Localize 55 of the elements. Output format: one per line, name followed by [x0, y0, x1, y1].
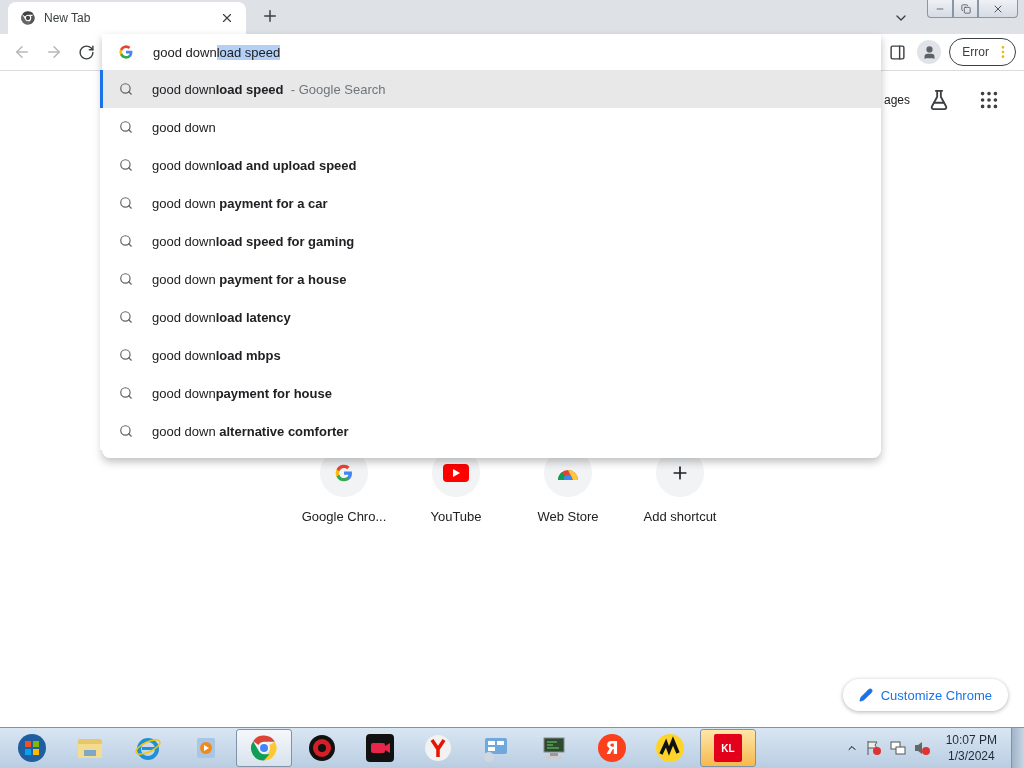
google-icon: [334, 463, 354, 483]
suggestion-item[interactable]: good download mbps: [100, 336, 881, 374]
close-window-button[interactable]: [978, 0, 1018, 18]
reload-icon: [77, 43, 95, 61]
suggestion-item[interactable]: good downpayment for house: [100, 374, 881, 412]
profile-error-button[interactable]: Error: [949, 38, 1016, 66]
browser-tab[interactable]: New Tab: [8, 2, 246, 34]
images-link[interactable]: ages: [883, 93, 910, 107]
plus-icon: [261, 7, 279, 25]
person-icon: [921, 44, 937, 60]
pencil-icon: [858, 688, 873, 702]
restore-icon: [960, 3, 971, 14]
google-icon: [118, 44, 134, 60]
suggestion-item[interactable]: good down payment for a house: [100, 260, 881, 298]
search-icon: [119, 272, 133, 286]
taskbar-button[interactable]: Я: [584, 729, 640, 767]
profile-avatar[interactable]: [917, 40, 942, 64]
play-icon: [443, 464, 469, 482]
kl-logo-icon: KL: [713, 733, 743, 763]
clock[interactable]: 10:07 PM 1/3/2024: [945, 732, 997, 764]
y-logo-icon: [423, 733, 453, 763]
search-icon: [119, 234, 133, 248]
flag-warning-icon: [865, 740, 882, 756]
address-field[interactable]: good download speed: [153, 41, 881, 63]
search-icon: [119, 82, 133, 96]
chrome-icon: [249, 733, 279, 763]
restore-button[interactable]: [953, 0, 978, 18]
close-icon: [220, 11, 234, 25]
taskbar-button[interactable]: KL: [700, 729, 756, 767]
suggestion-item[interactable]: good download speed for gaming: [100, 222, 881, 260]
suggestion-item[interactable]: good download latency: [100, 298, 881, 336]
forward-arrow-icon: [45, 43, 63, 61]
chrome-icon: [20, 10, 36, 26]
yandex-logo-icon: Я: [597, 733, 627, 763]
market-logo-icon: [655, 733, 685, 763]
search-icon: [119, 196, 133, 210]
volume-muted-icon: [913, 740, 930, 756]
side-panel-icon: [888, 43, 906, 61]
suggestion-item[interactable]: good down payment for a car: [100, 184, 881, 222]
search-icon: [119, 158, 133, 172]
search-icon: [119, 120, 133, 134]
network-icon: [889, 740, 906, 756]
customize-chrome-button[interactable]: Customize Chrome: [842, 679, 1008, 711]
search-icon: [119, 386, 133, 400]
tab-title: New Tab: [44, 11, 92, 25]
camera-icon: [365, 733, 395, 763]
suggestion-item[interactable]: good down alternative comforter: [100, 412, 881, 450]
search-icon: [119, 348, 133, 362]
suggestion-item[interactable]: good download speed - Google Search: [100, 70, 881, 108]
suggestion-item[interactable]: good down: [100, 108, 881, 146]
search-icon: [119, 424, 133, 438]
windows-orb-icon: [17, 733, 47, 763]
search-icon: [119, 310, 133, 324]
minimize-button[interactable]: [927, 0, 953, 18]
suggestion-item[interactable]: good download and upload speed: [100, 146, 881, 184]
